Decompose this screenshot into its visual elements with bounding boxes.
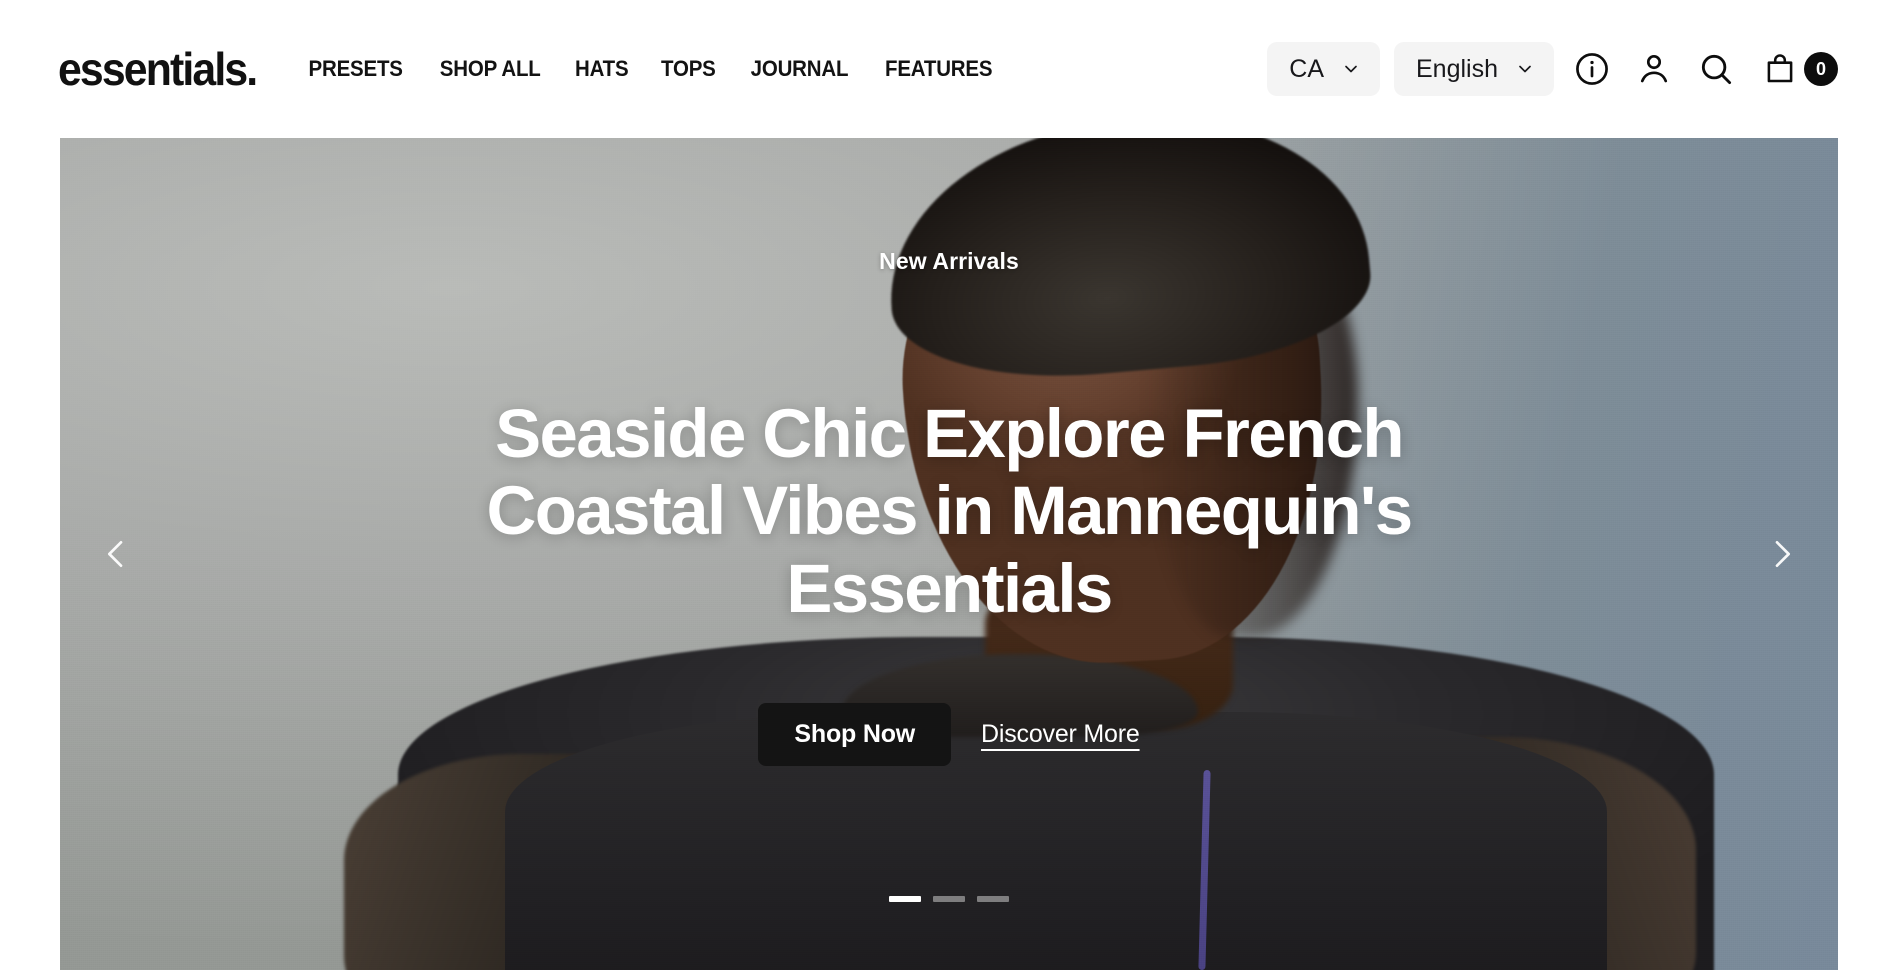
discover-more-link[interactable]: Discover More bbox=[981, 720, 1140, 749]
main-navigation: PRESETS SHOP ALL HATS TOPS JOURNAL FEATU… bbox=[305, 58, 996, 80]
info-icon[interactable] bbox=[1568, 45, 1616, 93]
carousel-prev-button[interactable] bbox=[86, 524, 146, 584]
header-actions: CA English 0 bbox=[1267, 42, 1838, 96]
hero-carousel: New Arrivals Seaside Chic Explore French… bbox=[60, 138, 1838, 970]
cart-count-badge: 0 bbox=[1804, 52, 1838, 86]
shopping-bag-icon bbox=[1756, 45, 1804, 93]
hero-eyebrow: New Arrivals bbox=[879, 248, 1019, 274]
site-logo[interactable]: essentials. bbox=[58, 46, 258, 92]
account-icon[interactable] bbox=[1630, 45, 1678, 93]
language-selector-value: English bbox=[1416, 54, 1498, 83]
carousel-next-button[interactable] bbox=[1752, 524, 1812, 584]
nav-link-presets[interactable]: PRESETS bbox=[309, 58, 403, 80]
carousel-dot-3[interactable] bbox=[977, 896, 1009, 902]
hero-title: Seaside Chic Explore French Coastal Vibe… bbox=[486, 395, 1413, 627]
search-icon[interactable] bbox=[1692, 45, 1740, 93]
chevron-down-icon bbox=[1341, 59, 1361, 79]
hero-actions: Shop Now Discover More bbox=[758, 702, 1140, 766]
site-header: essentials. PRESETS SHOP ALL HATS TOPS J… bbox=[0, 0, 1888, 138]
country-selector-value: CA bbox=[1289, 54, 1324, 83]
carousel-dot-1[interactable] bbox=[889, 896, 921, 902]
nav-link-journal[interactable]: JOURNAL bbox=[751, 58, 849, 80]
nav-link-features[interactable]: FEATURES bbox=[885, 58, 992, 80]
carousel-indicators bbox=[889, 896, 1009, 902]
language-selector[interactable]: English bbox=[1394, 42, 1554, 96]
nav-link-hats[interactable]: HATS bbox=[575, 58, 629, 80]
carousel-dot-2[interactable] bbox=[933, 896, 965, 902]
country-selector[interactable]: CA bbox=[1267, 42, 1380, 96]
nav-link-tops[interactable]: TOPS bbox=[662, 58, 717, 80]
chevron-down-icon bbox=[1515, 59, 1535, 79]
cart-button[interactable]: 0 bbox=[1756, 45, 1838, 93]
hero-section: New Arrivals Seaside Chic Explore French… bbox=[0, 138, 1888, 970]
shop-now-button[interactable]: Shop Now bbox=[758, 702, 952, 766]
nav-link-shop-all[interactable]: SHOP ALL bbox=[439, 58, 540, 80]
